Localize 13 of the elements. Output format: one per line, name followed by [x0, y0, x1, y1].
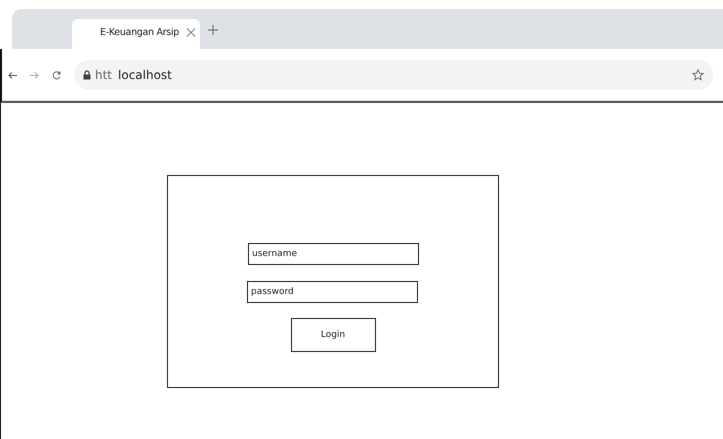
browser-tab[interactable]: E-Keuangan Arsip: [72, 19, 200, 49]
password-field[interactable]: password: [247, 281, 418, 303]
star-icon[interactable]: [692, 69, 704, 81]
username-field[interactable]: username: [248, 243, 419, 265]
close-icon[interactable]: [186, 26, 196, 38]
new-tab-icon[interactable]: [208, 25, 218, 35]
url-text: localhost: [118, 68, 172, 82]
login-button[interactable]: Login: [290, 318, 376, 352]
url-scheme: htt: [95, 68, 112, 82]
address-bar[interactable]: htt localhost: [74, 60, 713, 90]
reload-icon[interactable]: [52, 70, 61, 80]
back-icon[interactable]: [8, 72, 17, 78]
lock-icon: [83, 70, 91, 80]
